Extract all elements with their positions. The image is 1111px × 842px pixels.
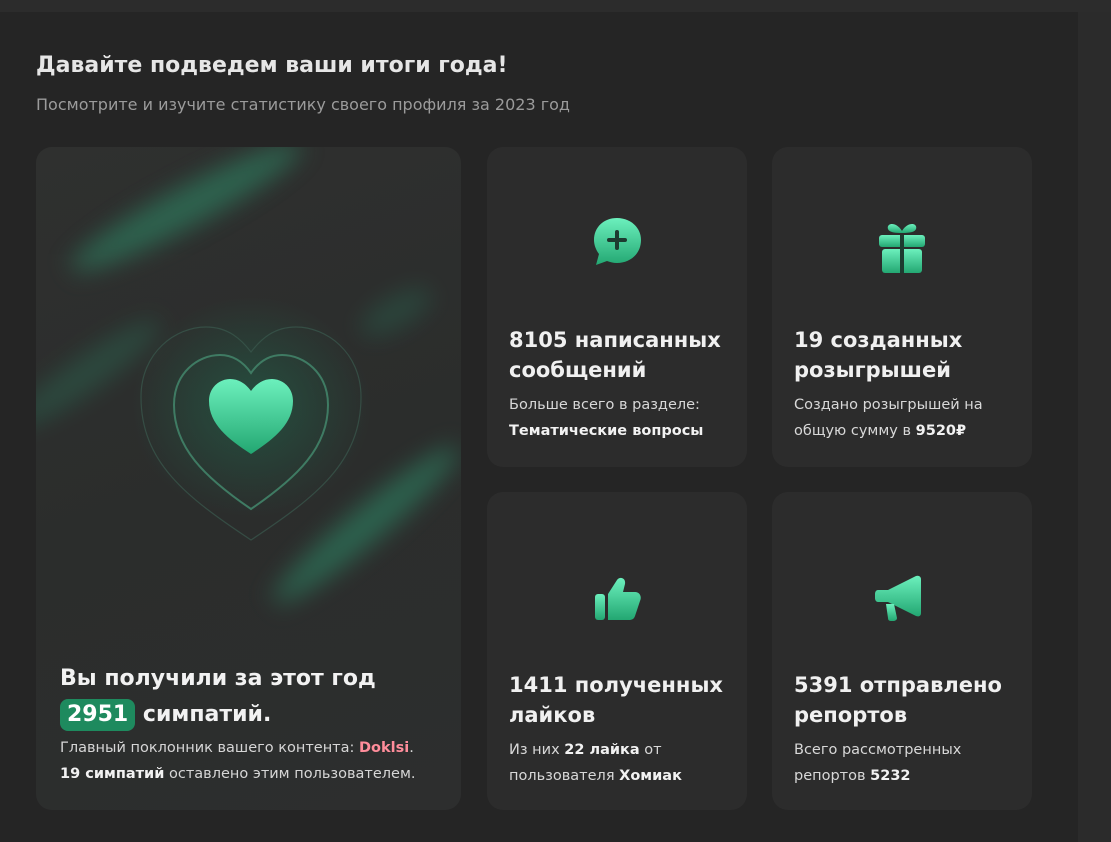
chat-plus-icon [594,218,641,265]
messages-title: 8105 написанных сообщений [509,328,721,382]
reports-reviewed-count: 5232 [870,768,911,784]
likes-count-suffix: симпатий. [142,702,272,727]
messages-desc: Больше всего в разделе: Тематические воп… [509,392,729,444]
received-likes-count: 22 лайка [564,742,640,758]
top-fan-dot: . [409,740,414,756]
received-likes-desc: Из них 22 лайка от пользователя Хомиак [509,737,729,789]
top-fan-prefix: Главный поклонник вашего контента: [60,740,360,756]
heart-graphic [131,297,371,541]
megaphone-icon [875,575,921,621]
messages-card: 8105 написанных сообщений Больше всего в… [487,147,747,467]
received-likes-desc-prefix: Из них [509,742,565,758]
page-scrollbar[interactable] [1078,12,1111,842]
page-subtitle: Посмотрите и изучите статистику своего п… [36,95,570,114]
likes-count-badge: 2951 [60,699,136,731]
messages-desc-prefix: Больше всего в разделе: [509,397,700,413]
thumbs-up-icon [595,577,641,620]
likes-headline: Вы получили за этот год 2951 симпатий. [60,661,376,733]
reports-card: 5391 отправлено репортов Всего рассмотре… [772,492,1032,810]
likes-summary-card: Вы получили за этот год 2951 симпатий. Г… [36,147,461,810]
giveaways-total: 9520₽ [915,423,967,439]
reports-desc: Всего рассмотренных репортов 5232 [794,737,1014,789]
top-fan-text: Главный поклонник вашего контента: Dokls… [60,735,416,787]
page-title: Давайте подведем ваши итоги года! [36,53,508,78]
top-bar [0,0,1111,12]
reports-title: 5391 отправлено репортов [794,673,1002,727]
gift-icon [879,224,925,273]
messages-top-section: Тематические вопросы [509,423,704,439]
received-likes-user: Хомиак [619,768,682,784]
received-likes-card: 1411 полученных лайков Из них 22 лайка о… [487,492,747,810]
likes-line1: Вы получили за этот год [60,666,376,691]
giveaways-desc: Создано розыгрышей на общую сумму в 9520… [794,392,1014,444]
top-fan-suffix: оставлено этим пользователем. [164,766,416,782]
giveaways-card: 19 созданных розыгрышей Создано розыгрыш… [772,147,1032,467]
top-fan-name-link[interactable]: Doklsi [359,740,409,756]
giveaways-title: 19 созданных розыгрышей [794,328,963,382]
top-fan-count: 19 симпатий [60,766,165,782]
received-likes-title: 1411 полученных лайков [509,673,723,727]
